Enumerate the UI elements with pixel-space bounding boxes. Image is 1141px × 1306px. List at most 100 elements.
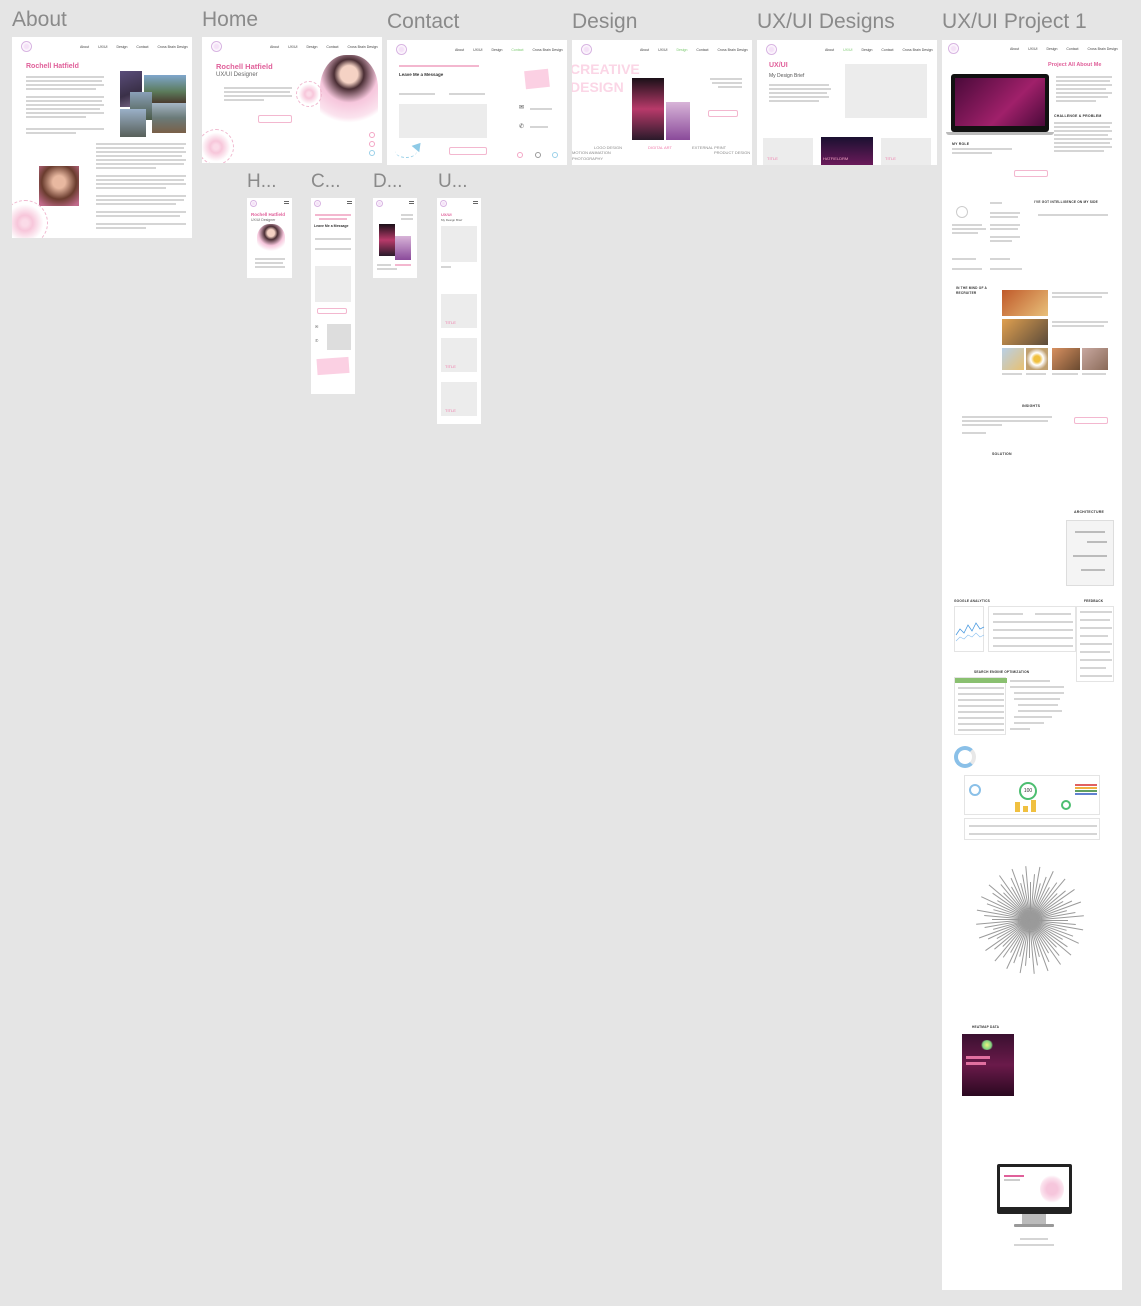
hamburger-menu-icon[interactable] xyxy=(347,201,352,204)
frame-home[interactable]: About UX/UI Design Contact Cross Brain D… xyxy=(202,37,382,163)
article-image-2[interactable] xyxy=(1002,319,1048,345)
send-button[interactable] xyxy=(449,147,487,155)
logo-icon xyxy=(396,44,407,55)
frame-uxui-project-1[interactable]: About UX/UI Design Contact Cross Brain D… xyxy=(942,40,1122,1290)
article-image-5[interactable] xyxy=(1052,348,1080,370)
nav-uxui[interactable]: UX/UI xyxy=(288,45,297,49)
nav-contact[interactable]: Contact xyxy=(326,45,338,49)
nav-cross-design[interactable]: Cross Brain Design xyxy=(347,45,377,49)
project-cta-button[interactable] xyxy=(1014,170,1048,177)
card-feature-title: HATFIELDRM xyxy=(823,156,849,161)
frame-contact[interactable]: About UX/UI Design Contact Cross Brain D… xyxy=(387,40,567,165)
email-field[interactable] xyxy=(449,93,485,95)
social-icon-3[interactable] xyxy=(552,152,558,158)
logo-icon xyxy=(948,43,959,54)
nav-design[interactable]: Design xyxy=(677,48,688,52)
phone-icon: ✆ xyxy=(519,124,525,130)
phone-number-line xyxy=(530,126,548,128)
frame-label-mobile-design[interactable]: D... xyxy=(373,171,403,193)
message-field[interactable] xyxy=(399,104,487,138)
nav-contact[interactable]: Contact xyxy=(881,48,893,52)
article-image-1[interactable] xyxy=(1002,290,1048,316)
nav-design[interactable]: Design xyxy=(117,45,128,49)
performance-score: 100 xyxy=(1019,782,1037,800)
social-icon-2[interactable] xyxy=(369,141,375,147)
nav-cross-design[interactable]: Cross Brain Design xyxy=(1087,47,1117,51)
mobile-send-button[interactable] xyxy=(317,308,347,314)
social-icon-3[interactable] xyxy=(369,150,375,156)
mobile-name-field[interactable] xyxy=(315,238,351,240)
nav-uxui[interactable]: UX/UI xyxy=(843,48,852,52)
frame-label-mobile-home[interactable]: H... xyxy=(247,171,277,193)
frame-design[interactable]: About UX/UI Design Contact Cross Brain D… xyxy=(572,40,752,165)
social-icon-1[interactable] xyxy=(517,152,523,158)
nav-uxui[interactable]: UX/UI xyxy=(1028,47,1037,51)
frame-label-uxui-designs[interactable]: UX/UI Designs xyxy=(757,10,895,34)
hamburger-menu-icon[interactable] xyxy=(409,201,414,204)
mobile-project-card-3[interactable]: TITLE xyxy=(441,382,477,416)
frame-uxui-designs[interactable]: About UX/UI Design Contact Cross Brain D… xyxy=(757,40,937,165)
category-digital-art[interactable]: DIGITAL ART xyxy=(648,145,672,150)
frame-mobile-uxui[interactable]: UX/UI My Design Brief TITLE TITLE TITLE xyxy=(437,198,481,424)
nav-about[interactable]: About xyxy=(825,48,834,52)
hamburger-menu-icon[interactable] xyxy=(473,201,478,204)
mobile-project-card-2[interactable]: TITLE xyxy=(441,338,477,372)
category-motion-animation[interactable]: MOTION ANIMATION xyxy=(572,150,611,155)
project-card-3[interactable]: TITLE xyxy=(881,138,931,165)
mobile-project-card-1[interactable]: TITLE xyxy=(441,294,477,328)
nav-contact[interactable]: Contact xyxy=(511,48,523,52)
card-title: TITLE xyxy=(885,156,896,161)
project-card-1[interactable]: TITLE xyxy=(763,138,813,165)
architecture-diagram xyxy=(1066,520,1114,586)
frame-label-uxui-project-1[interactable]: UX/UI Project 1 xyxy=(942,10,1087,34)
design-cta-button[interactable] xyxy=(708,110,738,117)
article-image-3[interactable] xyxy=(1002,348,1024,370)
nav-about[interactable]: About xyxy=(640,48,649,52)
score-circle-icon xyxy=(969,784,981,796)
home-cta-button[interactable] xyxy=(258,115,292,123)
frame-about[interactable]: About UX/UI Design Contact Cross Brain D… xyxy=(12,37,192,238)
project-card-featured[interactable]: HATFIELDRM xyxy=(821,137,873,165)
frame-label-contact[interactable]: Contact xyxy=(387,10,459,34)
nav-contact[interactable]: Contact xyxy=(696,48,708,52)
nav-contact[interactable]: Contact xyxy=(1066,47,1078,51)
nav-design[interactable]: Design xyxy=(492,48,503,52)
insights-button[interactable] xyxy=(1074,417,1108,424)
social-icon-2[interactable] xyxy=(535,152,541,158)
category-photography[interactable]: PHOTOGRAPHY xyxy=(572,156,603,161)
nav-about[interactable]: About xyxy=(455,48,464,52)
nav-cross-design[interactable]: Cross Brain Design xyxy=(717,48,747,52)
name-field[interactable] xyxy=(399,93,435,95)
frame-label-about[interactable]: About xyxy=(12,8,67,32)
category-product-design[interactable]: PRODUCT DESIGN xyxy=(714,150,750,155)
frame-label-mobile-uxui[interactable]: U... xyxy=(438,171,468,193)
frame-mobile-home[interactable]: Rochell Hatfield UX/UI Designer xyxy=(247,198,292,278)
nav-uxui[interactable]: UX/UI xyxy=(98,45,107,49)
nav-uxui[interactable]: UX/UI xyxy=(658,48,667,52)
analytics-series-line xyxy=(955,622,985,636)
nav-cross-design[interactable]: Cross Brain Design xyxy=(532,48,562,52)
intelligence-text xyxy=(1038,214,1108,216)
nav-about[interactable]: About xyxy=(80,45,89,49)
article-image-6[interactable] xyxy=(1082,348,1108,370)
frame-mobile-contact[interactable]: Leave Me a Message ✉ ✆ xyxy=(311,198,355,394)
mobile-email-field[interactable] xyxy=(315,248,351,250)
nav-design[interactable]: Design xyxy=(1047,47,1058,51)
nav-design[interactable]: Design xyxy=(307,45,318,49)
hamburger-menu-icon[interactable] xyxy=(284,201,289,204)
frame-mobile-design[interactable] xyxy=(373,198,417,278)
frame-label-mobile-contact[interactable]: C... xyxy=(311,171,341,193)
nav-contact[interactable]: Contact xyxy=(136,45,148,49)
nav-cross-design[interactable]: Cross Brain Design xyxy=(157,45,187,49)
mobile-message-field[interactable] xyxy=(315,266,351,302)
nav-uxui[interactable]: UX/UI xyxy=(473,48,482,52)
nav-cross-design[interactable]: Cross Brain Design xyxy=(902,48,932,52)
nav-about[interactable]: About xyxy=(1010,47,1019,51)
frame-label-design[interactable]: Design xyxy=(572,10,637,34)
article-image-4[interactable] xyxy=(1026,348,1048,370)
nav-about[interactable]: About xyxy=(270,45,279,49)
seo-heading: SEARCH ENGINE OPTIMIZATION xyxy=(974,670,1030,674)
nav-design[interactable]: Design xyxy=(862,48,873,52)
frame-label-home[interactable]: Home xyxy=(202,8,258,32)
social-icon-1[interactable] xyxy=(369,132,375,138)
